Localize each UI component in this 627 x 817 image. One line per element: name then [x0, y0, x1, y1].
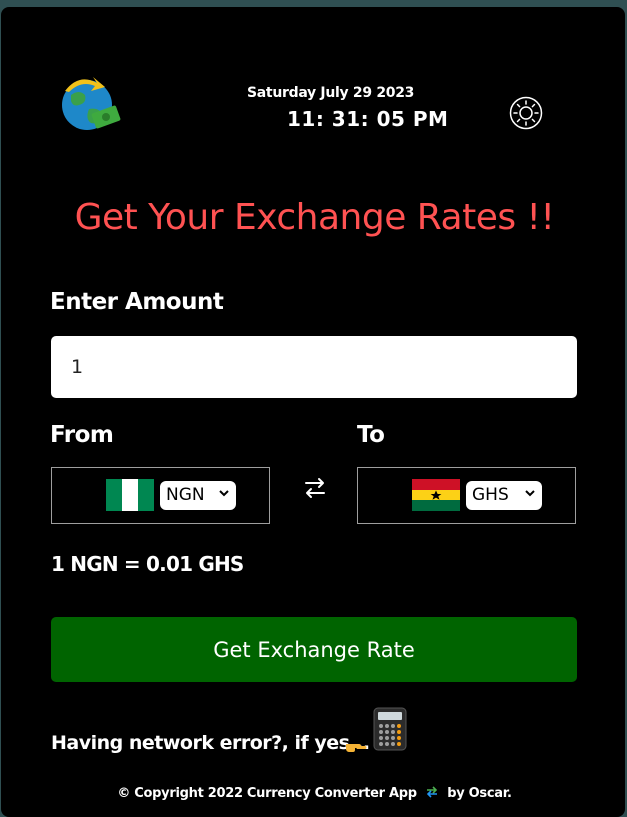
- to-currency-value: GHS: [472, 485, 509, 505]
- chevron-down-icon: [525, 490, 535, 497]
- from-currency-box: NGN: [51, 467, 270, 524]
- exchange-icon: [426, 786, 438, 798]
- nigeria-flag: [106, 479, 154, 511]
- footer-author: by Oscar.: [447, 786, 512, 801]
- swap-arrows-icon[interactable]: [302, 475, 328, 501]
- page-title: Get Your Exchange Rates !!: [74, 197, 555, 238]
- network-error-prompt: Having network error?, if yes...: [51, 732, 370, 754]
- to-currency-box: GHS: [357, 467, 576, 524]
- to-currency-select[interactable]: GHS: [466, 481, 542, 510]
- ghana-flag: [412, 479, 460, 511]
- footer-copyright: © Copyright 2022 Currency Converter App: [117, 786, 417, 801]
- sun-icon[interactable]: [509, 96, 543, 130]
- from-currency-select[interactable]: NGN: [160, 481, 236, 510]
- get-exchange-rate-button[interactable]: Get Exchange Rate: [51, 617, 577, 682]
- current-time: 11: 31: 05 PM: [287, 107, 449, 131]
- to-label: To: [357, 422, 385, 448]
- exchange-result: 1 NGN = 0.01 GHS: [51, 552, 244, 576]
- amount-label: Enter Amount: [50, 289, 224, 315]
- calculator-icon[interactable]: [373, 707, 407, 751]
- pointing-hand-icon: [346, 744, 367, 752]
- from-currency-value: NGN: [166, 485, 205, 505]
- globe-money-logo-icon: [62, 77, 121, 130]
- amount-input[interactable]: [51, 336, 577, 398]
- converter-card: Saturday July 29 2023 11: 31: 05 PM Get …: [1, 7, 625, 817]
- from-label: From: [50, 422, 114, 448]
- current-date: Saturday July 29 2023: [247, 85, 415, 101]
- footer: © Copyright 2022 Currency Converter App …: [1, 786, 627, 801]
- chevron-down-icon: [219, 490, 229, 497]
